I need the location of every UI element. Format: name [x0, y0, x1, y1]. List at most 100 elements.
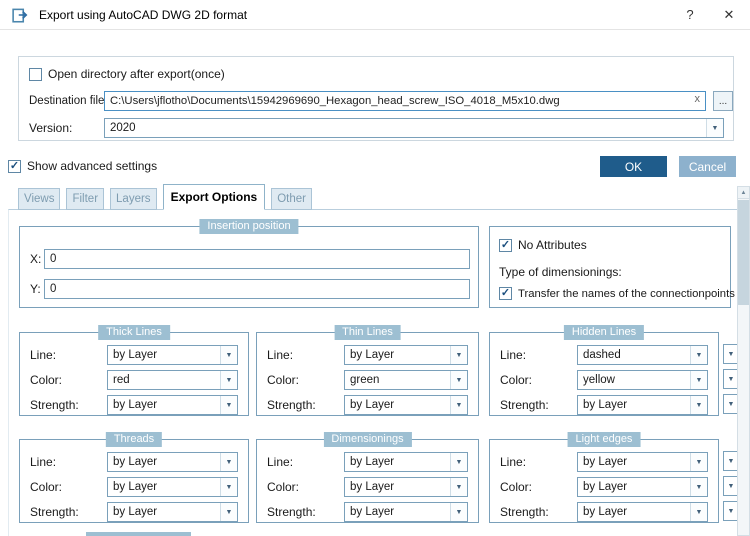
clipped-combo[interactable]: ▼ — [723, 394, 737, 414]
tab-filter[interactable]: Filter — [66, 188, 105, 210]
chevron-down-icon[interactable]: ▼ — [450, 371, 467, 389]
y-label: Y: — [30, 282, 41, 296]
ok-button[interactable]: OK — [600, 156, 667, 177]
clipped-combo[interactable]: ▼ — [723, 451, 737, 471]
tab-bar: Views Filter Layers Export Options Other — [18, 184, 312, 210]
chevron-down-icon[interactable]: ▼ — [450, 453, 467, 471]
thin-lines-strength-combo[interactable]: by Layer ▼ — [344, 395, 468, 415]
threads-strength-combo[interactable]: by Layer ▼ — [107, 502, 238, 522]
checkmark-icon: ✓ — [9, 159, 20, 172]
group-light-edges: Light edges Line: by Layer ▼ Color: by L… — [489, 432, 719, 523]
chevron-down-icon[interactable]: ▼ — [220, 478, 237, 496]
scroll-up-icon: ▲ — [740, 189, 747, 196]
export-options-panel: Insertion position X: Y: ✓ No Attributes… — [8, 209, 737, 536]
insertion-y-input[interactable] — [44, 279, 470, 299]
vertical-scrollbar[interactable]: ▲ — [737, 186, 750, 536]
light-edges-strength-combo[interactable]: by Layer ▼ — [577, 502, 708, 522]
group-title: Insertion position — [199, 219, 299, 234]
no-attributes-label: No Attributes — [518, 238, 587, 252]
open-directory-checkbox[interactable]: Open directory after export(once) — [29, 67, 225, 81]
checkbox-icon: ✓ — [499, 287, 512, 300]
chevron-down-icon[interactable]: ▼ — [450, 478, 467, 496]
tab-views[interactable]: Views — [18, 188, 61, 210]
clipped-combo[interactable]: ▼ — [723, 344, 737, 364]
browse-button[interactable]: ... — [713, 91, 733, 111]
group-title: Thick Lines — [98, 325, 170, 340]
checkbox-icon: ✓ — [499, 238, 512, 252]
group-hidden-lines: Hidden Lines Line: dashed ▼ Color: yello… — [489, 325, 719, 416]
chevron-down-icon[interactable]: ▼ — [220, 371, 237, 389]
thin-lines-color-combo[interactable]: green ▼ — [344, 370, 468, 390]
cancel-button[interactable]: Cancel — [679, 156, 736, 177]
chevron-down-icon[interactable]: ▼ — [690, 371, 707, 389]
clipped-combo[interactable]: ▼ — [723, 476, 737, 496]
checkbox-icon: ✓ — [8, 159, 21, 173]
close-button[interactable]: ✕ — [720, 7, 738, 23]
thick-lines-line-combo[interactable]: by Layer ▼ — [107, 345, 238, 365]
tab-export-options[interactable]: Export Options — [162, 184, 266, 210]
chevron-down-icon[interactable]: ▼ — [220, 503, 237, 521]
x-label: X: — [30, 252, 42, 266]
hidden-lines-strength-combo[interactable]: by Layer ▼ — [577, 395, 708, 415]
scrollbar-thumb[interactable] — [738, 200, 749, 305]
thick-lines-strength-combo[interactable]: by Layer ▼ — [107, 395, 238, 415]
type-of-dimensionings-label: Type of dimensionings: — [499, 265, 622, 279]
hidden-lines-line-combo[interactable]: dashed ▼ — [577, 345, 708, 365]
chevron-down-icon[interactable]: ▼ — [690, 396, 707, 414]
threads-color-combo[interactable]: by Layer ▼ — [107, 477, 238, 497]
chevron-down-icon[interactable]: ▼ — [450, 503, 467, 521]
light-edges-line-combo[interactable]: by Layer ▼ — [577, 452, 708, 472]
strength-label: Strength: — [500, 505, 549, 519]
version-value: 2020 — [110, 122, 136, 134]
tab-other[interactable]: Other — [271, 188, 312, 210]
group-title: Threads — [105, 432, 163, 447]
thin-lines-line-combo[interactable]: by Layer ▼ — [344, 345, 468, 365]
dimensionings-strength-combo[interactable]: by Layer ▼ — [344, 502, 468, 522]
clipped-combo[interactable]: ▼ — [723, 369, 737, 389]
hidden-lines-color-combo[interactable]: yellow ▼ — [577, 370, 708, 390]
group-thick-lines: Thick Lines Line: by Layer ▼ Color: red … — [19, 325, 249, 416]
partial-group-badge — [86, 532, 191, 536]
destination-file-input[interactable] — [104, 91, 706, 111]
transfer-names-checkbox[interactable]: ✓ Transfer the names of the connectionpo… — [499, 287, 735, 300]
chevron-down-icon[interactable]: ▼ — [690, 503, 707, 521]
group-threads: Threads Line: by Layer ▼ Color: by Layer… — [19, 432, 249, 523]
chevron-down-icon[interactable]: ▼ — [220, 346, 237, 364]
insertion-x-input[interactable] — [44, 249, 470, 269]
version-label: Version: — [29, 121, 73, 135]
color-label: Color: — [500, 373, 533, 387]
threads-line-combo[interactable]: by Layer ▼ — [107, 452, 238, 472]
group-attributes: ✓ No Attributes Type of dimensionings: ✓… — [489, 226, 735, 308]
color-label: Color: — [30, 480, 63, 494]
group-title: Thin Lines — [334, 325, 401, 340]
tab-layers[interactable]: Layers — [110, 188, 157, 210]
chevron-down-icon[interactable]: ▼ — [690, 478, 707, 496]
show-advanced-label: Show advanced settings — [27, 159, 158, 173]
chevron-down-icon[interactable]: ▼ — [706, 119, 723, 137]
destination-file-label: Destination file: — [29, 95, 108, 107]
chevron-down-icon[interactable]: ▼ — [220, 396, 237, 414]
version-combo[interactable]: 2020 ▼ — [104, 118, 724, 138]
no-attributes-checkbox[interactable]: ✓ No Attributes — [499, 238, 587, 252]
strength-label: Strength: — [267, 505, 316, 519]
chevron-down-icon[interactable]: ▼ — [450, 346, 467, 364]
window-title: Export using AutoCAD DWG 2D format — [39, 7, 248, 22]
group-dimensionings: Dimensionings Line: by Layer ▼ Color: by… — [256, 432, 479, 523]
dimensionings-line-combo[interactable]: by Layer ▼ — [344, 452, 468, 472]
line-label: Line: — [267, 348, 294, 362]
chevron-down-icon[interactable]: ▼ — [690, 346, 707, 364]
chevron-down-icon[interactable]: ▼ — [220, 453, 237, 471]
chevron-down-icon[interactable]: ▼ — [450, 396, 467, 414]
dimensionings-color-combo[interactable]: by Layer ▼ — [344, 477, 468, 497]
export-settings-box: Open directory after export(once) Destin… — [18, 56, 734, 141]
scroll-up-button[interactable]: ▲ — [738, 187, 749, 199]
line-label: Line: — [30, 455, 57, 469]
chevron-down-icon[interactable]: ▼ — [690, 453, 707, 471]
clipped-combo[interactable]: ▼ — [723, 501, 737, 521]
show-advanced-checkbox[interactable]: ✓ Show advanced settings — [8, 159, 157, 173]
thick-lines-color-combo[interactable]: red ▼ — [107, 370, 238, 390]
clear-destination-button[interactable]: x — [695, 94, 701, 105]
light-edges-color-combo[interactable]: by Layer ▼ — [577, 477, 708, 497]
help-button[interactable]: ? — [682, 7, 698, 22]
checkmark-icon: ✓ — [500, 238, 511, 251]
